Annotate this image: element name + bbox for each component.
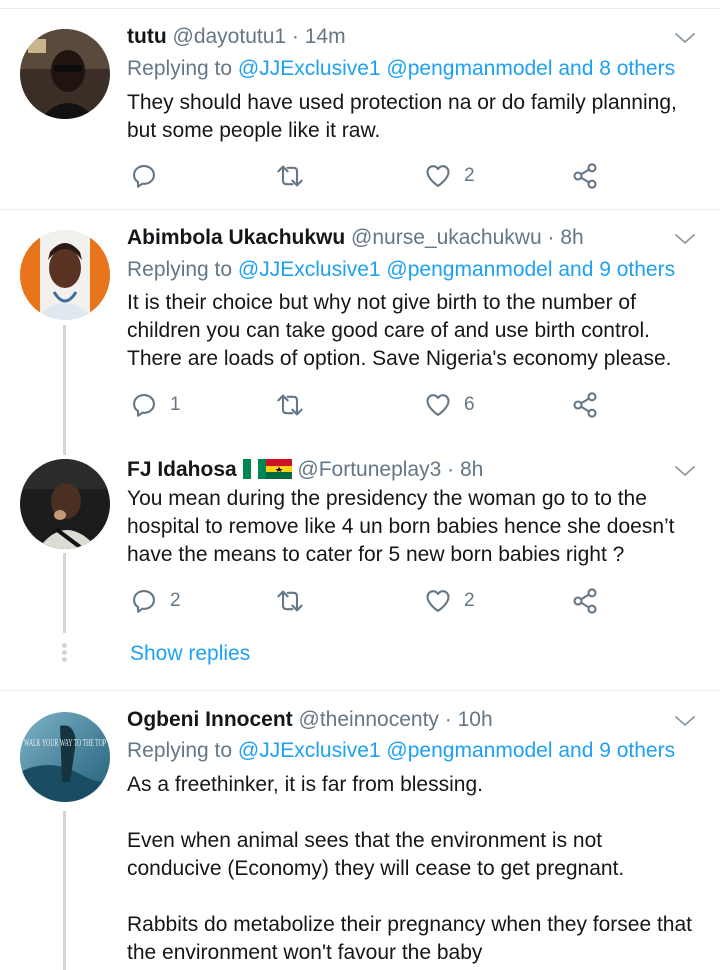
avatar[interactable] — [20, 230, 110, 320]
handle[interactable]: @nurse_ukachukwu — [351, 226, 542, 249]
thread-line — [63, 811, 66, 970]
avatar[interactable]: WALK YOUR WAY TO THE TOP — [20, 712, 110, 802]
tweet-actions: 2 — [127, 162, 627, 192]
tweet-paragraph: As a freethinker, it is far from blessin… — [127, 773, 483, 796]
tweet-actions: 1 6 — [127, 391, 627, 421]
retweet-icon — [273, 162, 307, 190]
like-button[interactable]: 2 — [424, 162, 475, 190]
display-name[interactable]: Ogbeni Innocent — [127, 708, 293, 731]
replying-to: Replying to @JJExclusive1 @pengmanmodel … — [127, 258, 675, 282]
timestamp[interactable]: 8h — [560, 226, 583, 249]
share-icon — [571, 391, 599, 419]
tweet-header: Abimbola Ukachukwu @nurse_ukachukwu · 8h — [127, 226, 680, 250]
separator-dot: · — [291, 25, 299, 48]
like-button[interactable]: 2 — [424, 587, 475, 615]
tweet-text: It is their choice but why not give birt… — [127, 289, 702, 373]
like-icon — [424, 391, 452, 419]
chevron-down-icon[interactable] — [674, 714, 696, 728]
share-icon — [571, 162, 599, 190]
thread-line — [63, 445, 66, 455]
retweet-button[interactable] — [273, 162, 307, 190]
retweet-button[interactable] — [273, 587, 307, 615]
like-count: 6 — [464, 394, 475, 415]
replying-to: Replying to @JJExclusive1 @pengmanmodel … — [127, 57, 675, 81]
replying-to-prefix: Replying to — [127, 739, 233, 762]
reply-icon — [130, 587, 158, 615]
handle[interactable]: @dayotutu1 — [173, 25, 287, 48]
tweet-paragraph: They should have used protection na or d… — [127, 91, 677, 142]
show-replies-link[interactable]: Show replies — [130, 642, 250, 666]
tweet-2[interactable]: Abimbola Ukachukwu @nurse_ukachukwu · 8h… — [0, 210, 720, 455]
tweet-text: You mean during the presidency the woman… — [127, 485, 702, 569]
tweet-header: FJ Idahosa @Fortuneplay3 · 8h — [127, 458, 680, 482]
replying-to-mentions[interactable]: @JJExclusive1 @pengmanmodel and 8 others — [238, 57, 675, 80]
handle[interactable]: @Fortuneplay3 — [297, 458, 441, 481]
thread-line — [63, 553, 66, 633]
tweet-text: As a freethinker, it is far from blessin… — [127, 771, 702, 967]
avatar-text: WALK YOUR WAY TO THE TOP — [24, 737, 106, 749]
reply-button[interactable]: 1 — [130, 391, 181, 419]
thread-dots — [60, 641, 68, 664]
like-count: 2 — [464, 165, 475, 186]
tweet-paragraph: It is their choice but why not give birt… — [127, 291, 672, 370]
share-button[interactable] — [571, 162, 599, 190]
avatar[interactable] — [20, 459, 110, 549]
reply-icon — [130, 391, 158, 419]
share-icon — [571, 587, 599, 615]
retweet-button[interactable] — [273, 391, 307, 419]
ghana-flag-icon — [265, 459, 292, 479]
tweet-actions: 2 2 — [127, 587, 627, 617]
tweet-paragraph: Rabbits do metabolize their pregnancy wh… — [127, 913, 693, 964]
tweet-1[interactable]: tutu @dayotutu1 · 14m Replying to @JJExc… — [0, 0, 720, 210]
like-button[interactable]: 6 — [424, 391, 475, 419]
thread-line — [63, 325, 66, 455]
reply-count: 1 — [170, 394, 181, 415]
handle[interactable]: @theinnocenty — [299, 708, 439, 731]
reply-count: 2 — [170, 590, 181, 611]
replying-to-prefix: Replying to — [127, 258, 233, 281]
timestamp[interactable]: 8h — [460, 458, 483, 481]
chevron-down-icon[interactable] — [674, 31, 696, 45]
replying-to: Replying to @JJExclusive1 @pengmanmodel … — [127, 739, 675, 763]
replying-to-prefix: Replying to — [127, 57, 233, 80]
tweet-paragraph: You mean during the presidency the woman… — [127, 487, 675, 566]
tweet-text: They should have used protection na or d… — [127, 89, 702, 145]
replying-to-mentions[interactable]: @JJExclusive1 @pengmanmodel and 9 others — [238, 258, 675, 281]
display-name[interactable]: FJ Idahosa — [127, 458, 237, 481]
replying-to-mentions[interactable]: @JJExclusive1 @pengmanmodel and 9 others — [238, 739, 675, 762]
like-icon — [424, 162, 452, 190]
separator-dot: · — [444, 708, 452, 731]
tweet-header: tutu @dayotutu1 · 14m — [127, 25, 680, 49]
tweet-4[interactable]: WALK YOUR WAY TO THE TOP Ogbeni Innocent… — [0, 691, 720, 970]
reply-button[interactable] — [130, 162, 170, 190]
retweet-icon — [273, 587, 307, 615]
share-button[interactable] — [571, 391, 599, 419]
reply-icon — [130, 162, 158, 190]
display-name[interactable]: Abimbola Ukachukwu — [127, 226, 345, 249]
reply-button[interactable]: 2 — [130, 587, 181, 615]
separator-dot: · — [547, 226, 555, 249]
timestamp[interactable]: 14m — [305, 25, 346, 48]
like-icon — [424, 587, 452, 615]
tweet-paragraph: Even when animal sees that the environme… — [127, 829, 625, 880]
avatar[interactable] — [20, 29, 110, 119]
display-name[interactable]: tutu — [127, 25, 167, 48]
like-count: 2 — [464, 590, 475, 611]
separator-dot: · — [447, 458, 455, 481]
tweet-3[interactable]: FJ Idahosa @Fortuneplay3 · 8h You mean d… — [0, 445, 720, 690]
timestamp[interactable]: 10h — [458, 708, 493, 731]
share-button[interactable] — [571, 587, 599, 615]
chevron-down-icon[interactable] — [674, 464, 696, 478]
chevron-down-icon[interactable] — [674, 232, 696, 246]
retweet-icon — [273, 391, 307, 419]
nigeria-flag-icon — [242, 459, 266, 479]
tweet-header: Ogbeni Innocent @theinnocenty · 10h — [127, 708, 680, 732]
